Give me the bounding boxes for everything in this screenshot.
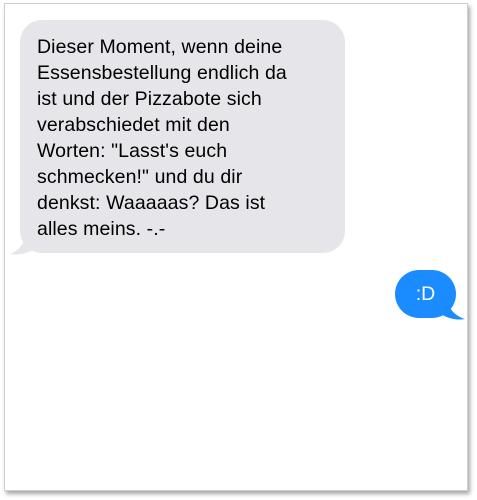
incoming-message-bubble: Dieser Moment, wenn deine Essensbestellu… [20,20,345,253]
chat-screenshot-frame: Dieser Moment, wenn deine Essensbestellu… [4,3,468,491]
outgoing-message-bubble: :D [395,270,456,318]
